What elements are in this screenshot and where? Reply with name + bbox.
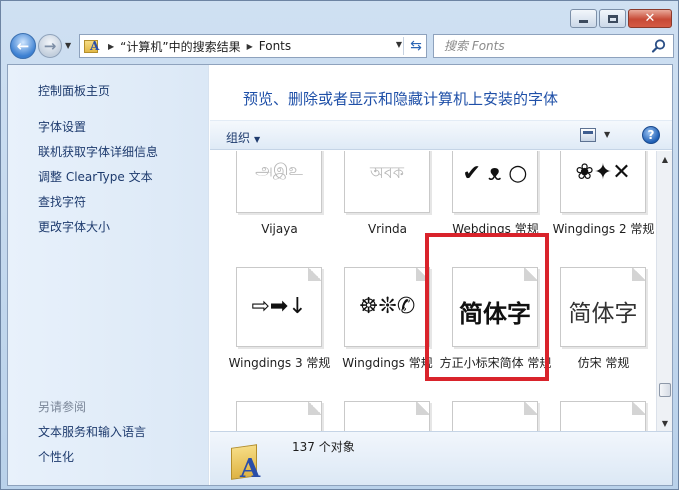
font-preview-icon: அஇஉ xyxy=(236,151,322,213)
command-bar: 组织 ▼ ▼ ? xyxy=(210,120,672,150)
font-name-label: Vijaya xyxy=(261,222,298,236)
scroll-down-arrow[interactable]: ▼ xyxy=(657,415,673,431)
font-sample-text: ☸❊✆ xyxy=(358,294,416,319)
breadcrumb-search-results[interactable]: “计算机”中的搜索结果 xyxy=(120,38,240,55)
close-button[interactable]: ✕ xyxy=(628,9,672,28)
change-font-size-link[interactable]: 更改字体大小 xyxy=(38,218,110,235)
font-sample-text: ❀✦✕ xyxy=(575,160,631,185)
font-name-label: Wingdings 2 常规 xyxy=(552,222,655,236)
font-sample-text: অবক xyxy=(370,163,404,182)
breadcrumb-separator[interactable]: ▶ xyxy=(108,42,114,51)
see-also-header: 另请参阅 xyxy=(38,400,87,414)
font-name-label: 仿宋 常规 xyxy=(577,356,630,370)
font-preview-icon: 简体字 xyxy=(560,267,646,347)
chevron-down-icon: ▼ xyxy=(254,135,261,144)
organize-menu[interactable]: 组织 ▼ xyxy=(226,129,260,146)
address-divider xyxy=(403,37,404,55)
font-preview-icon: ❀✦✕ xyxy=(560,151,646,213)
address-bar[interactable]: A ▶ “计算机”中的搜索结果 ▶ Fonts ▼ xyxy=(79,34,427,58)
explorer-window: ✕ ← → ▼ A ▶ “计算机”中的搜索结果 ▶ Fonts ▼ ⇆ 控制面板… xyxy=(0,0,679,490)
font-sample-text: அஇஉ xyxy=(255,160,303,179)
font-name-label: Webdings 常规 xyxy=(452,222,539,236)
font-name-label: 方正小标宋简体 常规 xyxy=(439,356,552,370)
font-name-label: Wingdings 3 常规 xyxy=(228,356,331,370)
font-name-label: Wingdings 常规 xyxy=(342,356,433,370)
fonts-folder-icon: A xyxy=(84,37,102,55)
font-preview-icon: ☸❊✆ xyxy=(344,267,430,347)
scroll-thumb[interactable] xyxy=(659,383,671,397)
content-pane: 预览、删除或者显示和隐藏计算机上安装的字体 组织 ▼ ▼ ? அஇஉ Vijaya অ… xyxy=(210,65,672,485)
minimize-icon xyxy=(579,20,588,23)
find-character-link[interactable]: 查找字符 xyxy=(38,193,86,210)
maximize-icon xyxy=(607,14,618,23)
font-preview-icon: 简体字 xyxy=(452,267,538,347)
arrow-left-icon: ← xyxy=(16,37,30,55)
details-pane: A 137 个对象 xyxy=(210,431,672,485)
help-button[interactable]: ? xyxy=(642,126,660,144)
refresh-icon: ⇆ xyxy=(410,38,422,54)
navigation-bar: ← → ▼ A ▶ “计算机”中的搜索结果 ▶ Fonts ▼ ⇆ xyxy=(7,32,674,60)
address-dropdown[interactable]: ▼ xyxy=(396,40,402,49)
search-icon[interactable] xyxy=(651,38,667,54)
text-services-link[interactable]: 文本服务和输入语言 xyxy=(38,423,146,440)
font-items-view: அஇஉ Vijaya অবক Vrinda ✔ ᴥ ○ Webdings 常规 ❀✦✕ Win… xyxy=(210,151,656,431)
font-sample-text: 简体字 xyxy=(568,301,638,327)
page-title: 预览、删除或者显示和隐藏计算机上安装的字体 xyxy=(243,90,559,108)
arrow-right-icon: → xyxy=(43,37,57,55)
fonts-folder-large-icon: A xyxy=(228,438,268,484)
font-preview-icon: ⇨➡↓ xyxy=(236,267,322,347)
control-panel-home-link[interactable]: 控制面板主页 xyxy=(38,82,110,99)
minimize-button[interactable] xyxy=(570,9,597,28)
client-area: 控制面板主页 字体设置 联机获取字体详细信息 调整 ClearType 文本 查… xyxy=(7,64,673,486)
view-options-dropdown[interactable]: ▼ xyxy=(604,130,610,139)
help-icon: ? xyxy=(647,128,655,142)
font-preview-icon: 简体字 xyxy=(236,401,322,431)
personalization-link[interactable]: 个性化 xyxy=(38,448,74,465)
breadcrumb-separator[interactable]: ▶ xyxy=(247,42,253,51)
font-preview-icon: অবক xyxy=(344,151,430,213)
caption-buttons: ✕ xyxy=(570,9,672,28)
recent-pages-dropdown[interactable]: ▼ xyxy=(65,41,71,50)
font-preview-icon: ✔ ᴥ ○ xyxy=(452,151,538,213)
font-name-label: Vrinda xyxy=(367,222,408,236)
refresh-button[interactable]: ⇆ xyxy=(405,35,427,57)
font-sample-text: ⇨➡↓ xyxy=(251,294,307,319)
maximize-button[interactable] xyxy=(599,9,626,28)
font-sample-text: 简体字 xyxy=(459,300,531,328)
vertical-scrollbar[interactable]: ▲ ▼ xyxy=(656,151,672,431)
task-pane: 控制面板主页 字体设置 联机获取字体详细信息 调整 ClearType 文本 查… xyxy=(8,65,209,485)
back-button[interactable]: ← xyxy=(10,33,36,59)
search-box[interactable] xyxy=(433,34,674,58)
change-view-button[interactable] xyxy=(580,128,596,142)
forward-button[interactable]: → xyxy=(38,34,62,58)
font-preview-icon: 简体字 xyxy=(452,401,538,431)
font-sample-text: ✔ ᴥ ○ xyxy=(462,161,528,186)
font-preview-icon: 简体字 xyxy=(560,401,646,431)
organize-label: 组织 xyxy=(226,131,251,145)
adjust-cleartype-link[interactable]: 调整 ClearType 文本 xyxy=(38,168,153,185)
search-input[interactable] xyxy=(444,39,644,53)
breadcrumb-fonts[interactable]: Fonts xyxy=(259,39,291,53)
scroll-up-arrow[interactable]: ▲ xyxy=(657,151,673,167)
font-settings-link[interactable]: 字体设置 xyxy=(38,118,86,135)
font-preview-icon: 简体字 xyxy=(344,401,430,431)
get-font-info-online-link[interactable]: 联机获取字体详细信息 xyxy=(38,143,158,160)
close-icon: ✕ xyxy=(644,11,656,26)
item-count: 137 个对象 xyxy=(292,440,355,454)
